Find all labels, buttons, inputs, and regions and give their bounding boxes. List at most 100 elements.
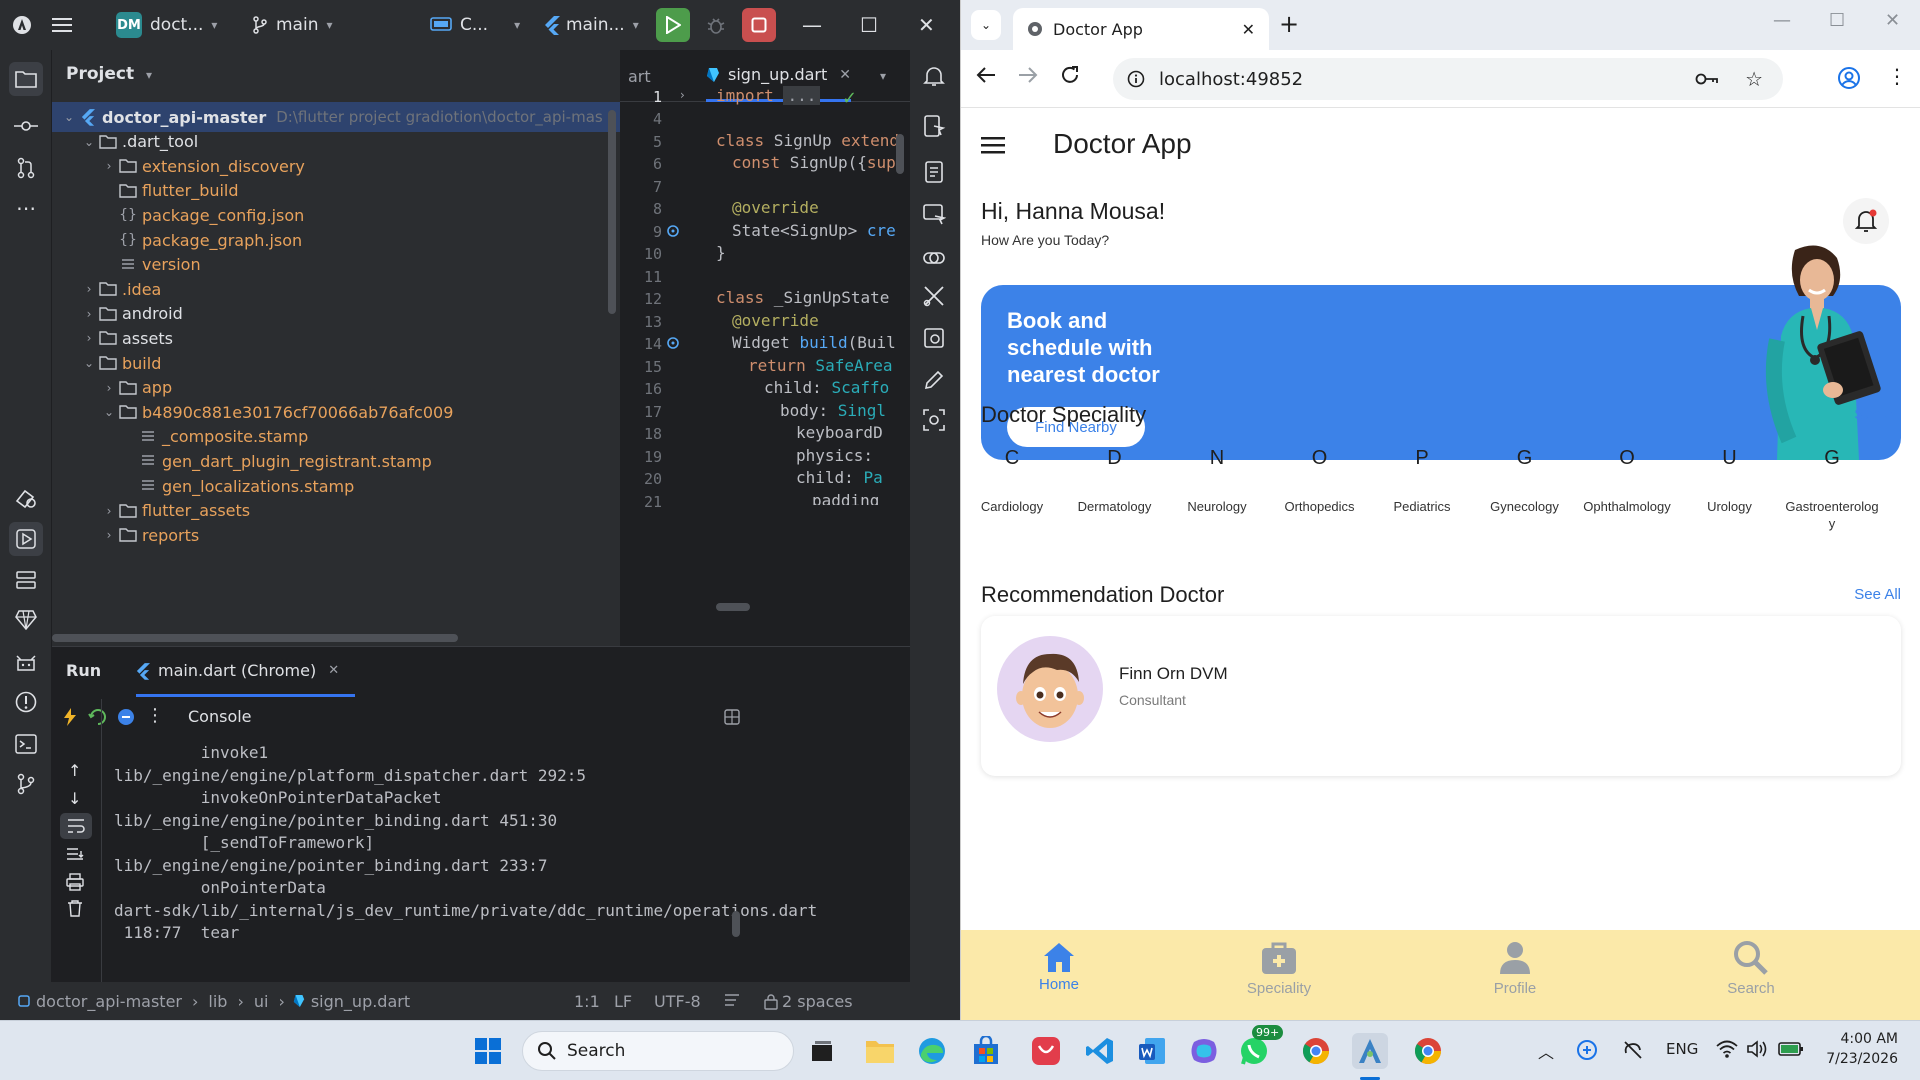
ide-close-button[interactable]: ✕	[918, 0, 935, 50]
device-explorer-icon[interactable]	[922, 160, 948, 186]
console-scrollbar[interactable]	[732, 911, 740, 937]
code-line-9[interactable]: State<SignUp> cre	[732, 221, 896, 240]
drawer-menu-icon[interactable]	[981, 136, 1005, 154]
new-tab-button[interactable]: +	[1279, 10, 1299, 38]
override-marker-icon[interactable]	[666, 336, 680, 350]
code-line-5[interactable]: class SignUp extend	[716, 131, 899, 150]
scroll-up-icon[interactable]: ↑	[68, 761, 81, 780]
reload-icon[interactable]	[1059, 64, 1081, 86]
indent-setting[interactable]: 2 spaces	[764, 992, 853, 1011]
screenshot-icon[interactable]	[922, 408, 948, 434]
code-line-14[interactable]: Widget build(Buil	[732, 333, 896, 352]
project-tool-icon[interactable]	[9, 62, 43, 96]
sync-off-icon[interactable]	[1622, 1039, 1644, 1061]
tree-horizontal-scrollbar[interactable]	[52, 634, 458, 642]
profile-icon[interactable]	[1837, 66, 1861, 90]
breadcrumb-project[interactable]: doctor_api-master	[36, 992, 182, 1011]
chevron-right-icon[interactable]: ›	[100, 381, 118, 395]
forward-arrow-icon[interactable]	[1017, 64, 1039, 86]
speciality-item[interactable]: P Pediatrics	[1371, 438, 1473, 515]
ide-minimize-button[interactable]: —	[802, 0, 822, 50]
device-manager-icon[interactable]	[922, 114, 948, 140]
speciality-item[interactable]: U Urology	[1679, 438, 1781, 515]
chevron-right-icon[interactable]: ›	[80, 307, 98, 321]
dart-devtools-icon[interactable]	[12, 606, 40, 634]
android-studio-icon[interactable]	[1352, 1033, 1388, 1069]
print-icon[interactable]	[66, 873, 84, 891]
run-config-selector[interactable]: C... ▾	[430, 0, 520, 50]
address-bar[interactable]: localhost:49852 ☆	[1113, 58, 1783, 100]
chevron-right-icon[interactable]: ›	[80, 331, 98, 345]
tabs-menu-chevron-icon[interactable]: ▾	[880, 50, 886, 102]
speciality-item[interactable]: G Gynecology	[1474, 438, 1576, 515]
whatsapp-icon[interactable]: 99+	[1236, 1025, 1284, 1069]
main-menu-icon[interactable]	[52, 0, 72, 50]
fold-arrow-icon[interactable]: ›	[680, 88, 685, 102]
browser-close-button[interactable]: ✕	[1885, 10, 1900, 31]
password-key-icon[interactable]	[1695, 71, 1719, 87]
running-devices-icon[interactable]	[922, 202, 948, 228]
back-arrow-icon[interactable]	[975, 64, 997, 86]
ide-logo-icon[interactable]	[12, 0, 32, 50]
close-tab-icon[interactable]: ✕	[328, 663, 339, 678]
vpn-icon[interactable]	[1576, 1039, 1598, 1061]
scroll-to-end-icon[interactable]	[66, 847, 84, 863]
console-label[interactable]: Console	[188, 707, 252, 726]
layout-toggle-icon[interactable]	[724, 709, 740, 725]
editor-horizontal-scrollbar[interactable]	[716, 603, 750, 611]
code-line-18[interactable]: keyboardD	[796, 423, 883, 442]
chevron-right-icon[interactable]: ›	[100, 528, 118, 542]
recommendation-see-all-link[interactable]: See All	[1854, 586, 1901, 603]
breadcrumb-ui[interactable]: ui	[254, 992, 269, 1011]
chrome-icon[interactable]	[1298, 1033, 1334, 1069]
volume-icon[interactable]	[1746, 1039, 1768, 1059]
code-line-10[interactable]: }	[716, 243, 726, 262]
ide-maximize-button[interactable]: ☐	[860, 0, 878, 50]
code-line-21[interactable]: padding	[812, 491, 879, 505]
scroll-down-icon[interactable]: ↓	[68, 789, 81, 808]
speciality-item[interactable]: N Neurology	[1166, 438, 1268, 515]
edit-pencil-icon[interactable]	[922, 368, 948, 394]
chevron-down-icon[interactable]: ⌄	[80, 135, 98, 149]
code-line-1[interactable]: import ...	[716, 86, 821, 105]
nav-home[interactable]: Home	[999, 940, 1119, 993]
problems-icon[interactable]	[12, 688, 40, 716]
code-line-12[interactable]: class _SignUpState	[716, 288, 889, 307]
close-tab-icon[interactable]: ✕	[1242, 20, 1255, 39]
tools-icon[interactable]	[922, 284, 948, 310]
breadcrumb-lib[interactable]: lib	[208, 992, 227, 1011]
code-line-16[interactable]: child: Scaffo	[764, 378, 889, 397]
nav-profile[interactable]: Profile	[1455, 940, 1575, 997]
git-icon[interactable]	[12, 770, 40, 798]
word-icon[interactable]	[1134, 1033, 1170, 1069]
speciality-item[interactable]: O Ophthalmology	[1576, 438, 1678, 515]
chevron-right-icon[interactable]: ›	[100, 159, 118, 173]
override-marker-icon[interactable]	[666, 224, 680, 238]
clock[interactable]: 4:00 AM 7/23/2026	[1824, 1029, 1898, 1069]
pull-requests-icon[interactable]	[12, 154, 40, 182]
site-info-icon[interactable]	[1127, 70, 1145, 88]
code-line-19[interactable]: physics:	[796, 446, 873, 465]
clear-console-icon[interactable]	[66, 899, 84, 917]
layout-inspector-icon[interactable]	[922, 326, 948, 352]
link-icon[interactable]	[922, 246, 948, 272]
terminal-icon[interactable]	[12, 730, 40, 758]
branch-switcher[interactable]: main ▾	[252, 0, 333, 50]
m365-copilot-icon[interactable]	[1186, 1033, 1222, 1069]
services-icon[interactable]	[12, 566, 40, 594]
speciality-item[interactable]: C Cardiology	[961, 438, 1063, 515]
chevron-right-icon[interactable]: ›	[100, 504, 118, 518]
nav-speciality[interactable]: Speciality	[1219, 940, 1339, 997]
taskbar-search[interactable]: Search	[522, 1031, 794, 1071]
huawei-appgallery-icon[interactable]	[1028, 1033, 1064, 1069]
browser-minimize-button[interactable]: —	[1773, 10, 1791, 31]
run-config-tab[interactable]: main.dart (Chrome) ✕	[136, 647, 356, 697]
caret-position[interactable]: 1:1	[574, 992, 600, 1011]
file-encoding[interactable]: UTF-8	[654, 992, 701, 1011]
code-line-15[interactable]: return SafeArea	[748, 356, 893, 375]
chevron-right-icon[interactable]: ›	[80, 282, 98, 296]
more-actions-icon[interactable]: ⋮	[146, 705, 164, 726]
tray-overflow-chevron-icon[interactable]: ︿	[1538, 1039, 1554, 1063]
notifications-icon[interactable]	[922, 64, 948, 90]
doctor-card[interactable]: Finn Orn DVM Consultant	[981, 616, 1901, 776]
